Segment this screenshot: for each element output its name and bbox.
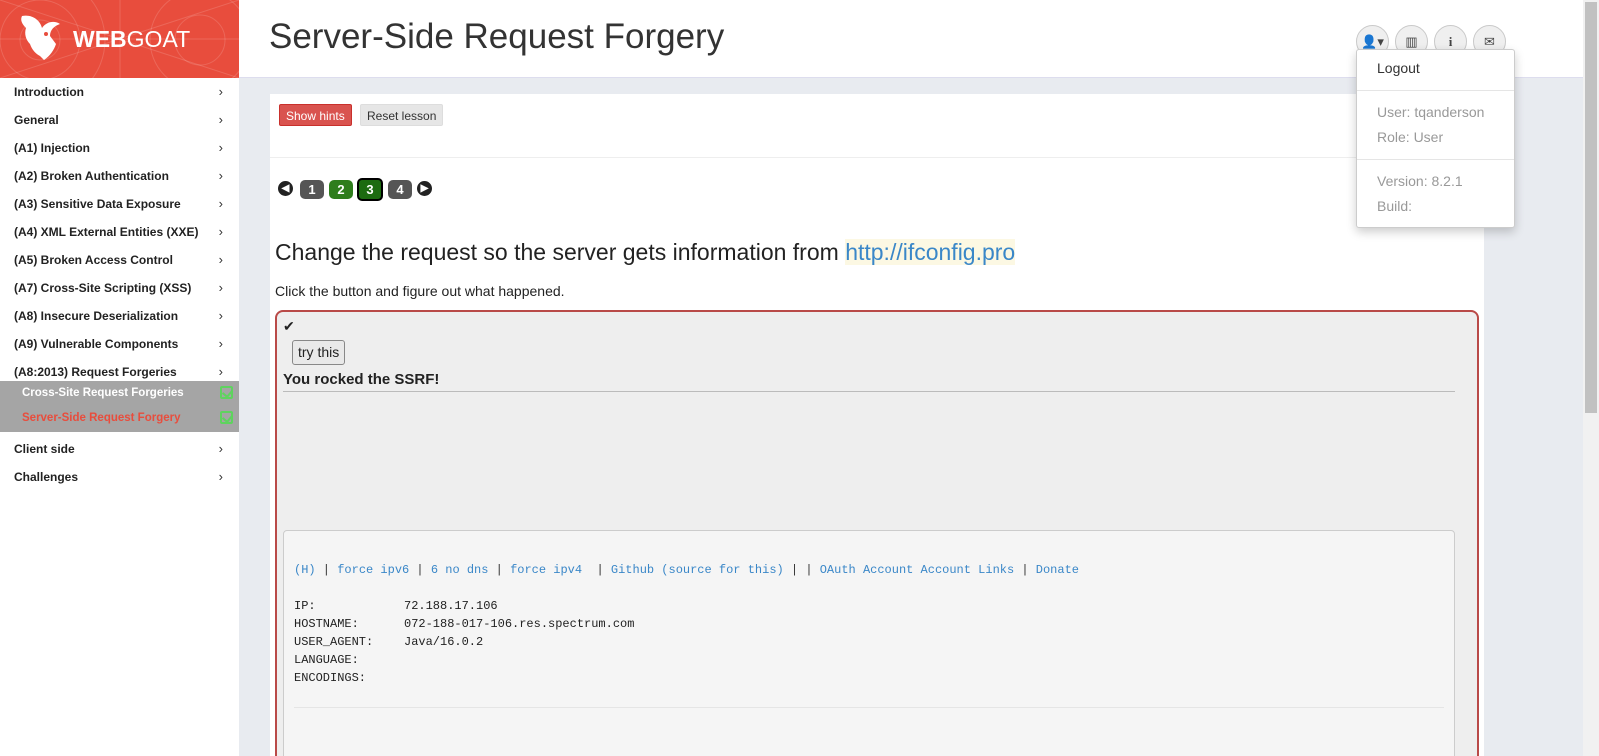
link-force-ipv4[interactable]: force ipv4	[510, 563, 582, 577]
sidebar-item-injection[interactable]: (A1) Injection ›	[0, 134, 239, 162]
divider	[1357, 90, 1514, 91]
build-label: Build:	[1377, 198, 1413, 214]
version-label: Version: 8.2.1	[1377, 173, 1463, 189]
chevron-right-icon: ›	[218, 441, 223, 456]
sidebar-item-sensitive-data-exposure[interactable]: (A3) Sensitive Data Exposure ›	[0, 190, 239, 218]
sidebar-item-xxe[interactable]: (A4) XML External Entities (XXE) ›	[0, 218, 239, 246]
show-hints-button[interactable]: Show hints	[279, 104, 352, 126]
chevron-right-icon: ›	[218, 224, 223, 239]
chevron-right-icon: ›	[218, 469, 223, 484]
webgoat-logo[interactable]: WEBGOAT	[0, 0, 239, 78]
sidebar: Introduction › General › (A1) Injection › (…	[0, 78, 239, 756]
envelope-icon: ✉	[1484, 34, 1495, 49]
page-scrollbar[interactable]	[1583, 0, 1599, 756]
sidebar-item-insecure-deserialization[interactable]: (A8) Insecure Deserialization ›	[0, 302, 239, 330]
ifconfig-output: (H) | force ipv6 | 6 no dns | force ipv4…	[283, 530, 1455, 756]
attack-form: ✔ try this You rocked the SSRF! (H) | fo…	[275, 310, 1479, 756]
lesson-content: Show hints Reset lesson ◀ 1 2 3 4 ▶ Chan…	[270, 94, 1484, 756]
sidebar-item-vulnerable-components[interactable]: (A9) Vulnerable Components ›	[0, 330, 239, 358]
link-donate[interactable]: Donate	[1036, 563, 1079, 577]
goat-icon	[21, 15, 60, 61]
ifconfig-link[interactable]: http://ifconfig.pro	[845, 239, 1016, 265]
info-row-ip: IP: 72.188.17.106	[294, 599, 498, 613]
user-dropdown-menu: Logout User: tqanderson Role: User Versi…	[1356, 49, 1515, 228]
assignment-description: Click the button and figure out what hap…	[275, 283, 565, 299]
ifconfig-links: (H) | force ipv6 | 6 no dns | force ipv4…	[294, 563, 1079, 577]
info-row-user-agent: USER_AGENT: Java/16.0.2	[294, 635, 484, 649]
completed-check-icon	[220, 411, 233, 424]
chevron-right-icon: ›	[218, 196, 223, 211]
link-force-ipv6[interactable]: force ipv6	[337, 563, 409, 577]
previous-page-arrow-icon[interactable]: ◀	[278, 181, 293, 196]
user-name-label: User: tqanderson	[1377, 104, 1485, 120]
page-2-button[interactable]: 2	[329, 180, 353, 199]
sidebar-subitem-ssrf[interactable]: Server-Side Request Forgery	[0, 406, 239, 431]
chevron-right-icon: ›	[218, 252, 223, 267]
divider	[283, 391, 1455, 392]
info-row-encodings: ENCODINGS:	[294, 671, 367, 685]
user-icon: 👤▾	[1361, 34, 1384, 49]
page-3-button[interactable]: 3	[357, 178, 383, 201]
info-row-language: LANGUAGE:	[294, 653, 359, 667]
user-role-label: Role: User	[1377, 129, 1444, 145]
page-1-button[interactable]: 1	[300, 180, 324, 199]
divider	[1357, 159, 1514, 160]
bar-chart-icon: ▥	[1405, 34, 1418, 49]
result-message: You rocked the SSRF!	[283, 371, 440, 388]
next-page-arrow-icon[interactable]: ▶	[417, 181, 432, 196]
sidebar-item-introduction[interactable]: Introduction ›	[0, 78, 239, 106]
page-4-button[interactable]: 4	[388, 180, 412, 199]
sidebar-item-xss[interactable]: (A7) Cross-Site Scripting (XSS) ›	[0, 274, 239, 302]
sidebar-subitem-csrf[interactable]: Cross-Site Request Forgeries	[0, 381, 239, 406]
sidebar-item-broken-authentication[interactable]: (A2) Broken Authentication ›	[0, 162, 239, 190]
sidebar-item-client-side[interactable]: Client side ›	[0, 435, 239, 463]
checkmark-icon: ✔	[283, 318, 295, 334]
page-title: Server-Side Request Forgery	[269, 17, 725, 56]
chevron-right-icon: ›	[218, 140, 223, 155]
sidebar-item-broken-access-control[interactable]: (A5) Broken Access Control ›	[0, 246, 239, 274]
chevron-right-icon: ›	[218, 112, 223, 127]
divider	[270, 157, 1484, 158]
chevron-right-icon: ›	[218, 336, 223, 351]
assignment-title: Change the request so the server gets in…	[275, 239, 1016, 265]
chevron-right-icon: ›	[218, 308, 223, 323]
info-icon: i	[1448, 34, 1453, 49]
reset-lesson-button[interactable]: Reset lesson	[360, 104, 444, 126]
completed-check-icon	[220, 386, 233, 399]
scrollbar-thumb[interactable]	[1585, 2, 1597, 413]
info-row-hostname: HOSTNAME: 072-188-017-106.res.spectrum.co…	[294, 617, 635, 631]
link-no-dns[interactable]: 6 no dns	[431, 563, 489, 577]
sidebar-submenu: Cross-Site Request Forgeries Server-Side…	[0, 381, 239, 432]
chevron-right-icon: ›	[218, 280, 223, 295]
link-oauth[interactable]: OAuth Account Account Links	[820, 563, 1014, 577]
chevron-right-icon: ›	[218, 168, 223, 183]
link-h[interactable]: (H)	[294, 563, 316, 577]
try-this-button[interactable]: try this	[292, 340, 346, 365]
logout-link[interactable]: Logout	[1377, 60, 1420, 76]
chevron-right-icon: ›	[218, 84, 223, 99]
brand-name: WEBGOAT	[73, 26, 191, 52]
divider	[294, 707, 1444, 708]
sidebar-item-challenges[interactable]: Challenges ›	[0, 463, 239, 491]
link-github[interactable]: Github (source for this)	[611, 563, 784, 577]
sidebar-item-general[interactable]: General ›	[0, 106, 239, 134]
